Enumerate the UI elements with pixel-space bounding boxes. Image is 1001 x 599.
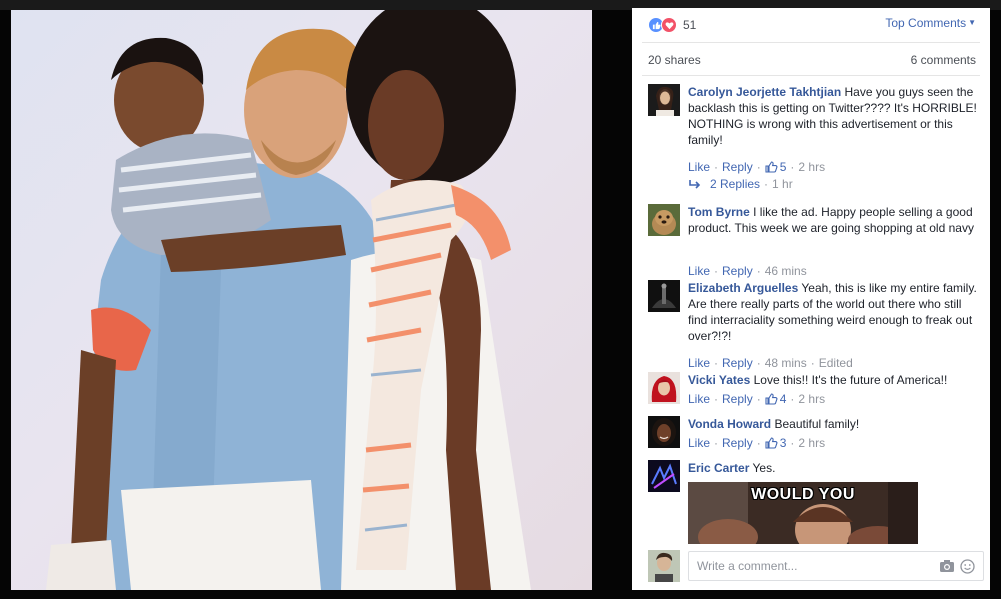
- avatar[interactable]: [648, 550, 680, 582]
- caret-down-icon: ▼: [968, 18, 976, 27]
- reply-arrow-icon: [689, 180, 701, 189]
- comment-actions: Like · Reply · 48 mins · Edited: [688, 356, 853, 370]
- camera-icon[interactable]: [939, 559, 955, 578]
- comment-body: Tom Byrne I like the ad. Happy people se…: [688, 204, 978, 236]
- thumbs-up-icon: [765, 161, 778, 173]
- comment-time[interactable]: 2 hrs: [798, 160, 825, 174]
- reply-link[interactable]: Reply: [722, 392, 753, 406]
- reply-link[interactable]: Reply: [722, 160, 753, 174]
- photo-viewer: 51 Top Comments ▼ 20 shares 6 comments Ca…: [0, 0, 1001, 599]
- comment-item: Elizabeth Arguelles Yeah, this is like m…: [648, 280, 978, 370]
- like-link[interactable]: Like: [688, 392, 710, 406]
- comment-author[interactable]: Tom Byrne: [688, 205, 750, 219]
- avatar[interactable]: [648, 204, 680, 236]
- comment-input[interactable]: [689, 552, 939, 580]
- comment-author[interactable]: Elizabeth Arguelles: [688, 281, 798, 295]
- replies-time: 1 hr: [772, 177, 793, 191]
- comment-composer: [648, 549, 984, 583]
- avatar[interactable]: [648, 280, 680, 312]
- reactions-summary[interactable]: 51: [648, 16, 696, 34]
- comment-likes[interactable]: 4: [765, 392, 786, 406]
- gif-attachment[interactable]: WOULD YOU: [688, 482, 918, 544]
- comment-time[interactable]: 46 mins: [765, 264, 807, 278]
- avatar[interactable]: [648, 84, 680, 116]
- like-link[interactable]: Like: [688, 436, 710, 450]
- comments-sidebar: 51 Top Comments ▼ 20 shares 6 comments Ca…: [632, 8, 990, 590]
- comment-time[interactable]: 2 hrs: [798, 436, 825, 450]
- comment-item: Vonda Howard Beautiful family! Like · Re…: [648, 416, 978, 456]
- comment-likes[interactable]: 3: [765, 436, 786, 450]
- comment-actions: Like · Reply · 3 · 2 hrs: [688, 436, 826, 450]
- edited-label[interactable]: Edited: [819, 356, 853, 370]
- divider: [642, 42, 980, 43]
- top-comments-dropdown[interactable]: Top Comments ▼: [885, 16, 976, 30]
- replies-link[interactable]: 2 Replies: [710, 177, 760, 191]
- reply-link[interactable]: Reply: [722, 436, 753, 450]
- view-replies[interactable]: 2 Replies · 1 hr: [688, 177, 793, 191]
- smiley-icon[interactable]: [960, 559, 975, 579]
- comment-text: Beautiful family!: [774, 417, 860, 431]
- avatar[interactable]: [648, 372, 680, 404]
- thumbs-up-icon: [765, 437, 778, 449]
- comment-time[interactable]: 2 hrs: [798, 392, 825, 406]
- shares-count[interactable]: 20 shares: [648, 53, 701, 67]
- comment-author[interactable]: Vonda Howard: [688, 417, 771, 431]
- comment-likes[interactable]: 5: [765, 160, 786, 174]
- comment-body: Eric Carter Yes.: [688, 460, 978, 476]
- reply-link[interactable]: Reply: [722, 356, 753, 370]
- comment-text: Love this!! It's the future of America!!: [753, 373, 948, 387]
- divider: [642, 75, 980, 76]
- comment-actions: Like · Reply · 5 · 2 hrs: [688, 160, 826, 174]
- comment-body: Elizabeth Arguelles Yeah, this is like m…: [688, 280, 978, 344]
- reaction-count[interactable]: 51: [683, 18, 696, 32]
- avatar[interactable]: [648, 460, 680, 492]
- comment-item: Vicki Yates Love this!! It's the future …: [648, 372, 978, 412]
- comment-item: Eric Carter Yes.: [648, 460, 978, 492]
- post-photo[interactable]: [11, 10, 592, 590]
- comment-author[interactable]: Carolyn Jeorjette Takhtjian: [688, 85, 841, 99]
- comment-body: Vicki Yates Love this!! It's the future …: [688, 372, 978, 388]
- comment-input-box: [688, 551, 984, 581]
- like-link[interactable]: Like: [688, 160, 710, 174]
- comment-body: Carolyn Jeorjette Takhtjian Have you guy…: [688, 84, 978, 148]
- comments-count[interactable]: 6 comments: [911, 53, 976, 67]
- comment-actions: Like · Reply · 4 · 2 hrs: [688, 392, 826, 406]
- sort-label: Top Comments: [885, 16, 967, 30]
- comment-author[interactable]: Eric Carter: [688, 461, 749, 475]
- comment-body: Vonda Howard Beautiful family!: [688, 416, 978, 432]
- comment-item: Tom Byrne I like the ad. Happy people se…: [648, 204, 978, 284]
- comment-time[interactable]: 48 mins: [765, 356, 807, 370]
- reply-link[interactable]: Reply: [722, 264, 753, 278]
- love-reaction-icon: [661, 17, 677, 33]
- comment-text: Yes.: [752, 461, 776, 475]
- thumbs-up-icon: [765, 393, 778, 405]
- photo-illustration: [46, 10, 531, 590]
- gif-caption: WOULD YOU: [751, 486, 855, 503]
- like-link[interactable]: Like: [688, 356, 710, 370]
- avatar[interactable]: [648, 416, 680, 448]
- comment-author[interactable]: Vicki Yates: [688, 373, 750, 387]
- like-link[interactable]: Like: [688, 264, 710, 278]
- comment-actions: Like · Reply · 46 mins: [688, 264, 807, 278]
